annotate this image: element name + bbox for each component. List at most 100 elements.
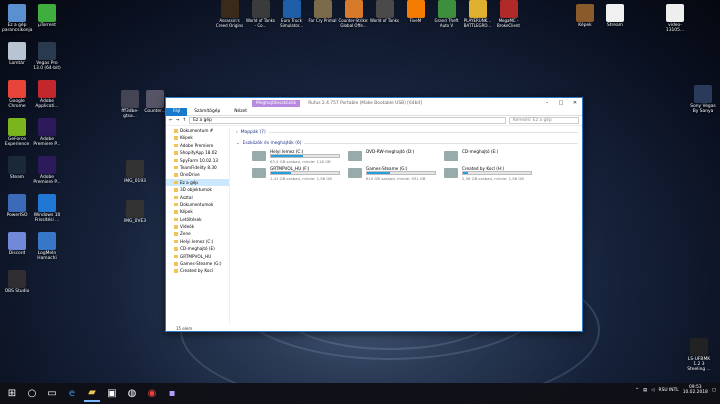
folder-icon	[174, 136, 178, 140]
desktop-icon[interactable]: MegaMC - BrokeClient	[493, 0, 524, 28]
nav-item[interactable]: Helyi lemez (C:)	[166, 238, 229, 245]
nav-item-label: Dokumentum #	[180, 128, 214, 133]
desktop-icon[interactable]: Euro Truck Simulator...	[276, 0, 307, 28]
drive-tile[interactable]: Games-Steame (G:) 610 GB szabad, minde: 9…	[348, 166, 438, 181]
nav-item[interactable]: Asztal	[166, 194, 229, 201]
nav-item[interactable]: Games-Steame (G:)	[166, 260, 229, 267]
desktop-icon[interactable]: Lomtár	[2, 42, 32, 66]
drive-usage-bar	[270, 154, 340, 158]
nav-item[interactable]: Képek	[166, 134, 229, 141]
steam-taskbar-icon[interactable]: ◍	[124, 386, 140, 402]
search-icon[interactable]: ○	[24, 386, 40, 402]
desktop-icon[interactable]: PowerISO	[2, 194, 32, 218]
nav-item[interactable]: Videók	[166, 223, 229, 230]
desktop-icon[interactable]: Sony Vegas By Sanya	[688, 85, 718, 114]
context-tab[interactable]: Meghajtóeszközök	[252, 99, 301, 107]
title-bar[interactable]: Meghajtóeszközök Rufus 2.4.757 Portable …	[166, 98, 582, 108]
nav-item[interactable]: Dokumentum #	[166, 127, 229, 134]
desktop-icon[interactable]: FiveM	[400, 0, 431, 24]
group-folders[interactable]: › Mappák (7)	[232, 127, 582, 138]
start-button[interactable]: ⊞	[4, 386, 20, 402]
minimize-button[interactable]: –	[540, 100, 554, 106]
tab-computer[interactable]: Számítógép	[187, 109, 227, 114]
network-icon[interactable]: ▤	[643, 388, 647, 393]
close-button[interactable]: ✕	[568, 100, 582, 106]
ribbon-tabs: Fájl Számítógép Nézet	[166, 107, 582, 116]
drive-tile[interactable]: CD-meghajtó (E:)	[444, 149, 534, 164]
desktop-icon[interactable]: Adobe Premiere P...	[32, 118, 62, 147]
nav-item[interactable]: TeamFidelity 8.30	[166, 164, 229, 171]
drive-tile[interactable]: GRTMPVOL_HU (F:) 1,41 GB szabad, minde: 1…	[252, 166, 342, 181]
nav-item[interactable]: Zene	[166, 230, 229, 237]
drive-tile[interactable]: DVD-RW-meghajtó (D:)	[348, 149, 438, 164]
drive-tile[interactable]: Created by Kocl (H:) 2,56 GB szabad, mind…	[444, 166, 534, 181]
desktop-icon[interactable]: World of Tanks	[369, 0, 400, 24]
up-arrow-icon[interactable]: ↑	[182, 118, 186, 123]
group-devices[interactable]: ⌄ Eszközök és meghajtók (6)	[232, 138, 582, 149]
app-icon	[576, 4, 594, 22]
notification-icon[interactable]: ▢	[712, 388, 716, 393]
tab-file[interactable]: Fájl	[166, 107, 188, 116]
desktop-icon[interactable]: LS-UFBMK 1.2 3 Steeling ...	[684, 338, 714, 372]
desktop-icon-label: World of Tanks	[369, 18, 400, 23]
desktop-icon[interactable]: GeForce Experience	[2, 118, 32, 147]
back-arrow-icon[interactable]: ←	[169, 118, 173, 123]
desktop-icon[interactable]: µTorrent	[32, 4, 62, 28]
nav-item[interactable]: OneDrive	[166, 171, 229, 178]
premiere-taskbar-icon[interactable]: ▪	[164, 386, 180, 402]
desktop-icon[interactable]: Steam	[2, 156, 32, 180]
volume-icon[interactable]: ◁	[651, 388, 654, 393]
nav-item[interactable]: GRTMPVOL_HU	[166, 253, 229, 260]
chevron-up-icon[interactable]: ^	[635, 388, 639, 393]
desktop-icon[interactable]: Stream	[600, 4, 630, 28]
drive-tile[interactable]: Helyi lemez (C:) 63,4 GB szabad, minde: 1…	[252, 149, 342, 164]
search-input[interactable]: Keresés: Ez a gép	[509, 117, 579, 124]
nav-item[interactable]: 3D objektumok	[166, 186, 229, 193]
desktop-icon[interactable]: Adobe Premiere P...	[32, 156, 62, 185]
nav-item[interactable]: Képek	[166, 208, 229, 215]
desktop-icon[interactable]: LogMeIn Hamachi	[32, 232, 62, 261]
nav-item-label: Helyi lemez (C:)	[180, 238, 214, 244]
file-explorer-window[interactable]: Meghajtóeszközök Rufus 2.4.757 Portable …	[165, 97, 583, 332]
desktop-icon-label: video-13105...	[665, 23, 685, 33]
desktop-icon[interactable]: Assassin's Creed Origins	[214, 0, 245, 28]
nav-item[interactable]: ShopifyApp 18.02	[166, 149, 229, 156]
desktop-icon[interactable]: PLAYERUNK... BATTLEGRO...	[462, 0, 493, 28]
desktop-icon[interactable]: Google Chrome	[2, 80, 32, 109]
nav-item[interactable]: CD-meghajtó (E)	[166, 245, 229, 252]
file-explorer-icon[interactable]: ▰	[84, 386, 100, 402]
nav-item[interactable]: Dokumentumok	[166, 201, 229, 208]
desktop-icon[interactable]: IMG_0193	[120, 160, 150, 184]
desktop-icon[interactable]: video-13105...	[660, 4, 690, 33]
clock[interactable]: 09:53 10.02.2018	[683, 385, 708, 395]
nav-item[interactable]: Ez a gép	[166, 178, 229, 187]
app-icon	[606, 4, 624, 22]
nav-item[interactable]: Letöltések	[166, 216, 229, 223]
desktop-icon[interactable]: Adobe Applicati...	[32, 80, 62, 109]
store-icon[interactable]: ▣	[104, 386, 120, 402]
desktop-icon[interactable]: World of Tanks - Co...	[245, 0, 276, 28]
edge-icon[interactable]: e	[64, 386, 80, 402]
address-bar[interactable]: Ez a gép	[189, 117, 506, 124]
nav-item[interactable]: Created by Kocl	[166, 267, 229, 274]
desktop-icon[interactable]: IMG_0VE3	[120, 200, 150, 224]
desktop-icon[interactable]: Counter-Strike: Global Offe...	[338, 0, 369, 28]
chrome-taskbar-icon[interactable]: ◉	[144, 386, 160, 402]
desktop-icon[interactable]: Far Cry Primal	[307, 0, 338, 24]
nav-item[interactable]: SpyFarm 10.02.13	[166, 157, 229, 164]
maximize-button[interactable]: □	[554, 100, 568, 106]
desktop-icon[interactable]: Discord	[2, 232, 32, 256]
forward-arrow-icon[interactable]: →	[176, 118, 180, 123]
language-indicator[interactable]: RSU INTL	[659, 388, 679, 393]
task-view-icon[interactable]: ▭	[44, 386, 60, 402]
desktop-icon[interactable]: Ez a gép parancsikonja	[2, 4, 32, 33]
desktop-icon[interactable]: Grand Theft Auto V	[431, 0, 462, 28]
desktop-icon-label: µTorrent	[37, 23, 57, 28]
desktop-icon[interactable]: Windows 10 Frissítési ...	[32, 194, 62, 223]
desktop-icon[interactable]: OBS Studio	[2, 270, 32, 294]
nav-item[interactable]: Adobe Premiere	[166, 142, 229, 149]
tab-view[interactable]: Nézet	[227, 109, 254, 114]
drive-free-space: 2,56 GB szabad, minde: 1,98 GB	[462, 176, 524, 181]
desktop-icon[interactable]: Képek	[570, 4, 600, 28]
desktop-icon[interactable]: Vegas Pro 13.0 (64-bit)	[32, 42, 62, 71]
